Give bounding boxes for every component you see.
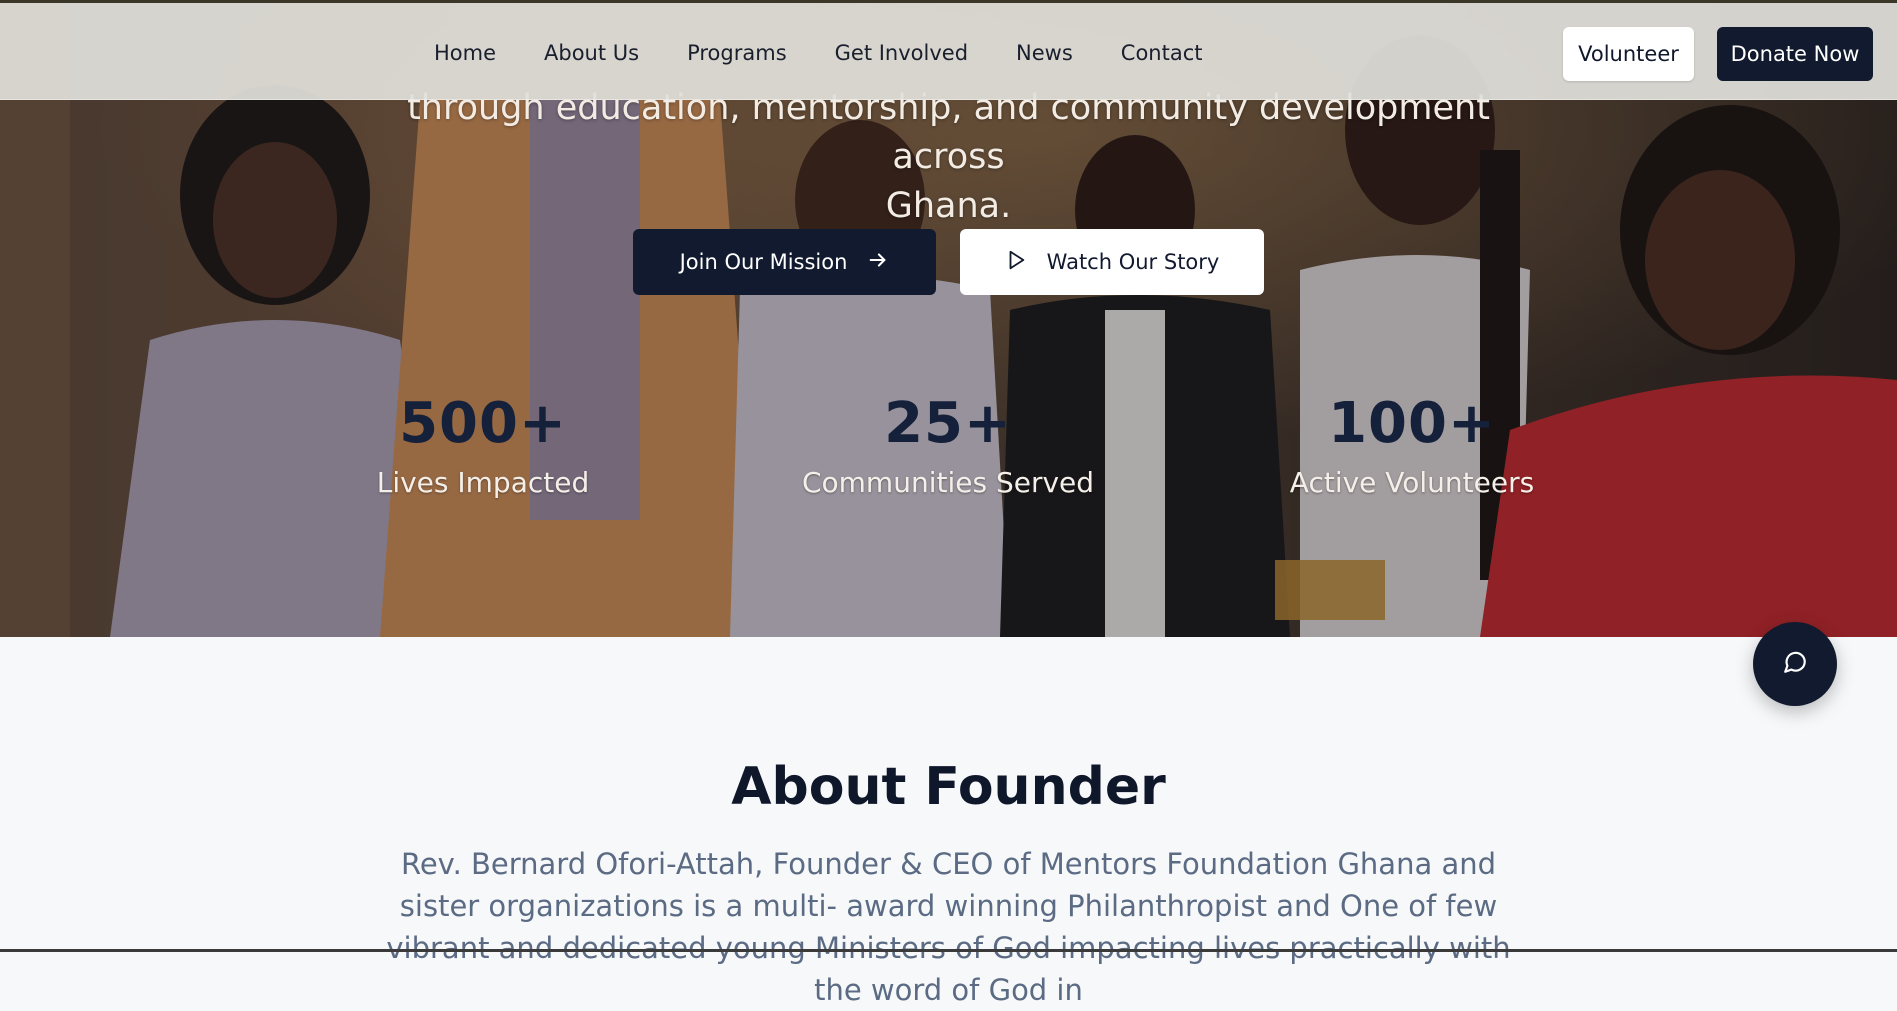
stat-number: 500+ — [399, 391, 567, 456]
hero-subtitle-line2: Ghana. — [885, 186, 1012, 226]
stat-number: 100+ — [1328, 391, 1496, 456]
stat-label: Communities Served — [801, 466, 1095, 499]
nav-link-home[interactable]: Home — [410, 41, 520, 65]
about-founder-text: Rev. Bernard Ofori-Attah, Founder & CEO … — [386, 847, 1511, 1007]
hero-subtitle: through education, mentorship, and commu… — [350, 84, 1547, 231]
nav-link-about-us[interactable]: About Us — [520, 41, 663, 65]
stat-label: Active Volunteers — [1289, 466, 1535, 499]
donate-now-button[interactable]: Donate Now — [1717, 27, 1873, 81]
about-founder-section: About Founder Rev. Bernard Ofori-Attah, … — [0, 637, 1897, 1007]
stat-active-volunteers: 100+ Active Volunteers — [1242, 385, 1582, 503]
nav-link-programs[interactable]: Programs — [663, 41, 811, 65]
top-navigation-bar: Home About Us Programs Get Involved News… — [0, 0, 1897, 100]
nav-link-contact[interactable]: Contact — [1097, 41, 1227, 65]
stat-lives-impacted: 500+ Lives Impacted — [313, 385, 653, 503]
volunteer-button[interactable]: Volunteer — [1563, 27, 1694, 81]
nav-link-get-involved[interactable]: Get Involved — [811, 41, 992, 65]
stat-communities-served: 25+ Communities Served — [778, 385, 1118, 503]
chat-bubble-icon — [1782, 649, 1808, 679]
play-icon — [1005, 249, 1027, 276]
join-mission-label: Join Our Mission — [679, 250, 848, 274]
chat-button[interactable] — [1753, 622, 1837, 706]
join-mission-button[interactable]: Join Our Mission — [633, 229, 936, 295]
watch-story-label: Watch Our Story — [1046, 250, 1220, 274]
stat-number: 25+ — [884, 391, 1012, 456]
watch-story-button[interactable]: Watch Our Story — [960, 229, 1264, 295]
arrow-right-icon — [867, 249, 889, 276]
about-founder-title: About Founder — [731, 757, 1166, 817]
stat-label: Lives Impacted — [376, 466, 590, 499]
main-nav: Home About Us Programs Get Involved News… — [410, 3, 1227, 103]
nav-link-news[interactable]: News — [992, 41, 1097, 65]
